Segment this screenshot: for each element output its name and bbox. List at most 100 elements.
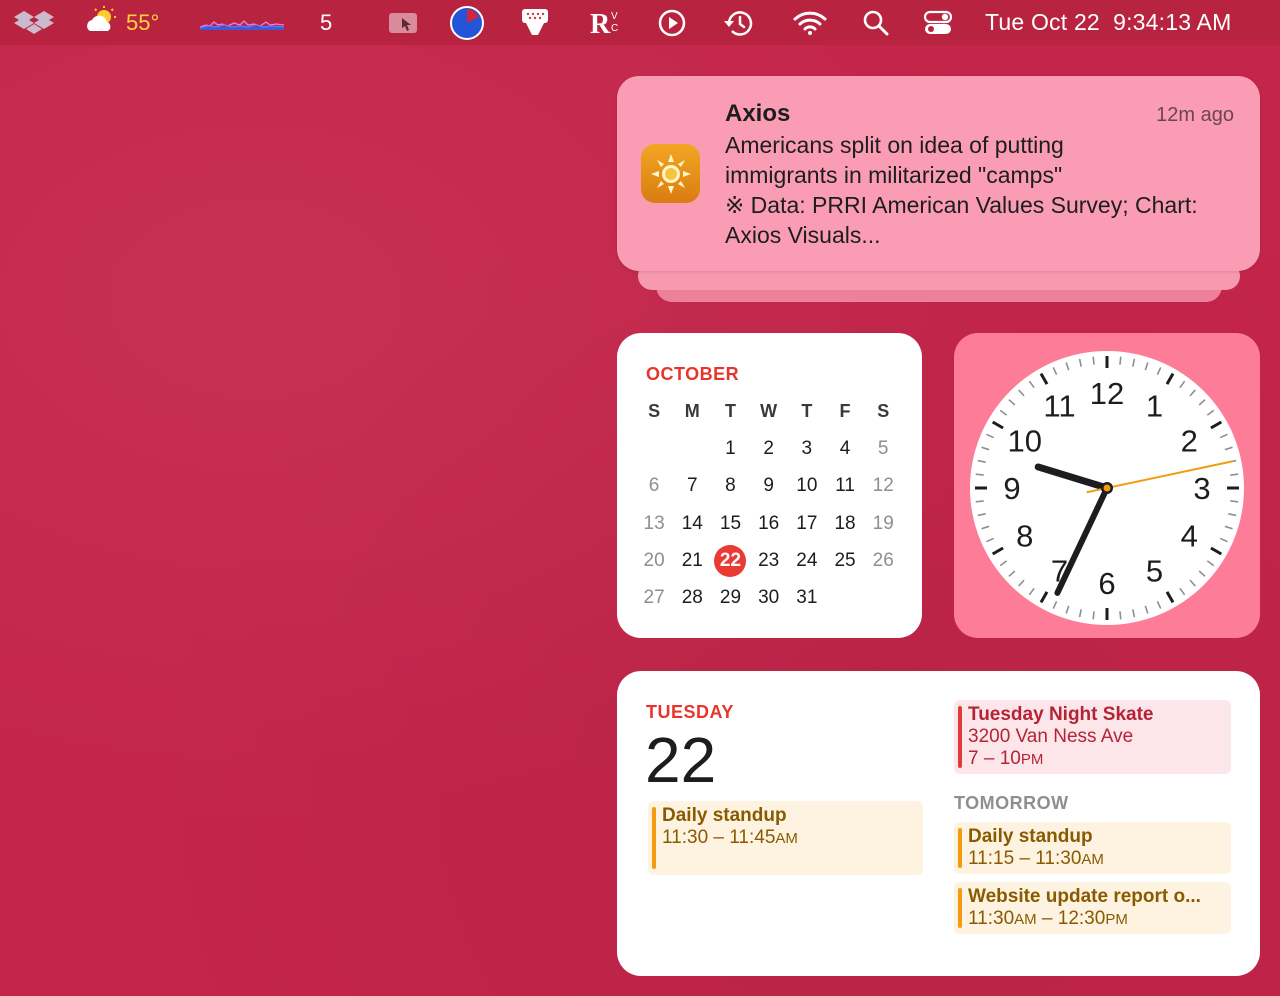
event-tomorrow-website-update[interactable]: Website update report o... 11:30AM – 12:…: [954, 882, 1231, 934]
clock-center-dot: [1103, 484, 1111, 492]
shower-icon[interactable]: [520, 0, 550, 45]
calendar-day[interactable]: 8: [711, 475, 749, 497]
wifi-icon[interactable]: [793, 0, 827, 45]
control-center-icon[interactable]: [923, 0, 953, 45]
clock-widget[interactable]: 12 1 2 3 4 5 6 7 8 9 10 11: [954, 333, 1260, 638]
calendar-week-row: 20 21 22 23 24 25 26: [635, 542, 911, 579]
clock-tick: [1230, 500, 1239, 503]
calendar-day[interactable]: 1: [711, 438, 749, 460]
calendar-day[interactable]: 7: [673, 475, 711, 497]
calendar-month-widget[interactable]: OCTOBER S M T W T F S 1 2 3 4 5 6 7 8 9 10 11 12 13 14 15 16 17…: [617, 333, 922, 638]
calendar-day[interactable]: 2: [750, 438, 788, 460]
clock-number: 10: [1007, 424, 1041, 459]
clock-tick: [975, 500, 984, 503]
clock-number: 8: [1016, 519, 1033, 554]
menu-bar: 55° 5 R V C Tue Oct 22 9:34:13 AM: [0, 0, 1280, 45]
calendar-day[interactable]: 9: [750, 475, 788, 497]
calendar-day[interactable]: 15: [711, 513, 749, 535]
svg-text:V: V: [611, 11, 618, 22]
event-tuesday-night-skate[interactable]: Tuesday Night Skate 3200 Van Ness Ave 7 …: [954, 700, 1231, 774]
calendar-upnext-widget[interactable]: TUESDAY 22 Daily standup 11:30 – 11:45AM…: [617, 671, 1260, 976]
weather-menu[interactable]: 55°: [84, 0, 159, 45]
upnext-day-label: TUESDAY: [646, 702, 734, 722]
calendar-day[interactable]: 16: [750, 513, 788, 535]
clock-tick: [1230, 473, 1239, 476]
cursor-pro-icon[interactable]: [388, 0, 420, 45]
calendar-day[interactable]: 5: [864, 438, 902, 460]
event-today-standup[interactable]: Daily standup 11:30 – 11:45AM: [648, 801, 923, 875]
play-icon[interactable]: [657, 0, 687, 45]
event-time: 11:15 – 11:30AM: [968, 848, 1104, 869]
calendar-week-row: 6 7 8 9 10 11 12: [635, 468, 911, 505]
rv-icon[interactable]: R V C: [590, 0, 624, 45]
calendar-day[interactable]: 24: [788, 550, 826, 572]
calendar-day[interactable]: 3: [788, 438, 826, 460]
calendar-weekday-label: F: [839, 401, 851, 422]
clock-number: 12: [1090, 376, 1124, 411]
calendar-day[interactable]: 25: [826, 550, 864, 572]
calendar-day[interactable]: 12: [864, 475, 902, 497]
clock-number: 3: [1193, 471, 1210, 506]
event-title: Tuesday Night Skate: [968, 704, 1154, 725]
calendar-day[interactable]: 4: [826, 438, 864, 460]
sun-app-icon: [641, 144, 700, 203]
clock-number: 4: [1181, 519, 1198, 554]
calendar-day[interactable]: 13: [635, 513, 673, 535]
calendar-day[interactable]: 10: [788, 475, 826, 497]
calendar-day[interactable]: 14: [673, 513, 711, 535]
event-tomorrow-standup[interactable]: Daily standup 11:15 – 11:30AM: [954, 822, 1231, 874]
clock-number: 11: [1043, 389, 1075, 424]
calendar-day[interactable]: 31: [788, 587, 826, 609]
weather-icon: [84, 6, 120, 39]
notification-time: 12m ago: [1156, 104, 1234, 126]
calendar-day[interactable]: 6: [635, 475, 673, 497]
clock-tick: [1119, 356, 1122, 365]
calendar-day[interactable]: 26: [864, 550, 902, 572]
activity-graph-icon[interactable]: [200, 0, 284, 45]
notification-line: ※ Data: PRRI American Values Survey; Cha…: [725, 192, 1198, 218]
clock-tick: [975, 473, 984, 476]
event-time: 11:30AM – 12:30PM: [968, 908, 1128, 929]
calendar-month-title: OCTOBER: [646, 364, 740, 384]
menu-clock[interactable]: Tue Oct 22 9:34:13 AM: [985, 0, 1231, 45]
today-marker: 22: [714, 544, 747, 577]
calendar-day[interactable]: 20: [635, 550, 673, 572]
menu-badge-count[interactable]: 5: [320, 0, 332, 45]
calendar-day[interactable]: 17: [788, 513, 826, 535]
clock-tick: [1092, 356, 1095, 365]
dropbox-icon[interactable]: [14, 0, 56, 45]
calendar-day[interactable]: 27: [635, 587, 673, 609]
notification-line: Axios Visuals...: [725, 222, 881, 248]
search-icon[interactable]: [862, 0, 890, 45]
time-machine-icon[interactable]: [723, 0, 755, 45]
svg-text:C: C: [611, 23, 618, 34]
calendar-week-row: 12345: [635, 430, 911, 467]
clock-number: 9: [1003, 471, 1020, 506]
calendar-day[interactable]: 19: [864, 513, 902, 535]
weather-temperature: 55°: [126, 9, 160, 35]
upnext-tomorrow-label: TOMORROW: [954, 793, 1069, 813]
upnext-date: 22: [645, 724, 717, 796]
calendar-day[interactable]: 18: [826, 513, 864, 535]
calendar-day[interactable]: 23: [750, 550, 788, 572]
calendar-weekday-label: W: [760, 401, 778, 422]
clock-tick: [1092, 611, 1095, 620]
calendar-weekday-label: S: [648, 401, 661, 422]
timer-icon[interactable]: [450, 0, 484, 45]
calendar-day-today[interactable]: 22: [711, 544, 749, 577]
calendar-day[interactable]: 29: [711, 587, 749, 609]
calendar-week-row: 13 14 15 16 17 18 19: [635, 505, 911, 542]
notification-line: immigrants in militarized "camps": [725, 162, 1063, 188]
calendar-day[interactable]: 30: [750, 587, 788, 609]
calendar-weekday-label: S: [877, 401, 890, 422]
notification-card[interactable]: Axios 12m ago Americans split on idea of…: [617, 76, 1260, 271]
calendar-day[interactable]: 11: [826, 475, 864, 497]
calendar-day[interactable]: 28: [673, 587, 711, 609]
event-title: Daily standup: [968, 826, 1093, 847]
calendar-weekday-row: SMTWTFS: [635, 393, 911, 430]
event-location: 3200 Van Ness Ave: [968, 726, 1134, 747]
clock-number: 2: [1181, 424, 1198, 459]
clock-number: 5: [1146, 553, 1163, 588]
clock-number: 1: [1146, 389, 1163, 424]
calendar-day[interactable]: 21: [673, 550, 711, 572]
